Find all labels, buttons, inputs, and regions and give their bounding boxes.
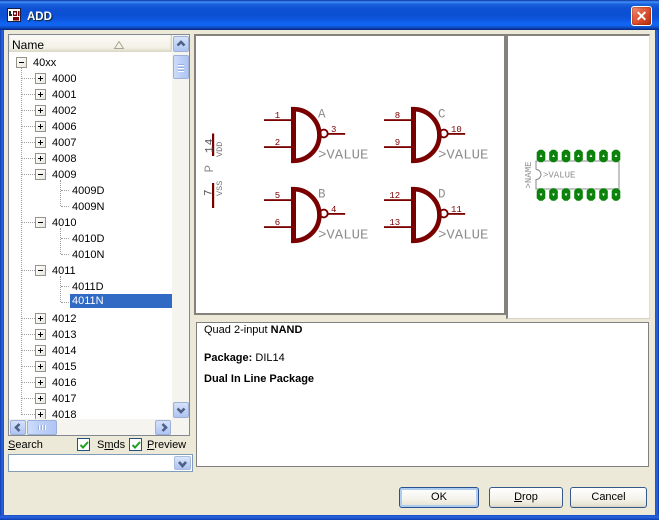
svg-text:2: 2 <box>275 138 280 148</box>
svg-text:1: 1 <box>275 111 280 121</box>
svg-text:6: 6 <box>275 218 280 228</box>
svg-text:7: 7 <box>204 188 216 196</box>
svg-text:VDD: VDD <box>215 142 225 157</box>
svg-text:>NAME: >NAME <box>524 161 534 188</box>
svg-text:13: 13 <box>389 218 400 228</box>
svg-text:>VALUE: >VALUE <box>438 148 488 164</box>
svg-text:5: 5 <box>275 191 280 201</box>
svg-text:B: B <box>318 188 326 202</box>
svg-text:>VALUE: >VALUE <box>438 228 488 244</box>
svg-text:4: 4 <box>331 205 336 215</box>
svg-text:P: P <box>203 165 217 173</box>
svg-text:3: 3 <box>331 125 336 135</box>
svg-text:D: D <box>438 188 446 202</box>
svg-text:C: C <box>438 108 446 122</box>
svg-text:VSS: VSS <box>215 181 225 196</box>
svg-text:>VALUE: >VALUE <box>318 228 368 244</box>
svg-text:>VALUE: >VALUE <box>318 148 368 164</box>
svg-text:>VALUE: >VALUE <box>543 171 575 181</box>
svg-text:12: 12 <box>389 191 400 201</box>
svg-text:10: 10 <box>451 125 462 135</box>
svg-text:9: 9 <box>395 138 400 148</box>
svg-text:11: 11 <box>451 205 462 215</box>
svg-text:A: A <box>318 108 326 122</box>
svg-text:8: 8 <box>395 111 400 121</box>
